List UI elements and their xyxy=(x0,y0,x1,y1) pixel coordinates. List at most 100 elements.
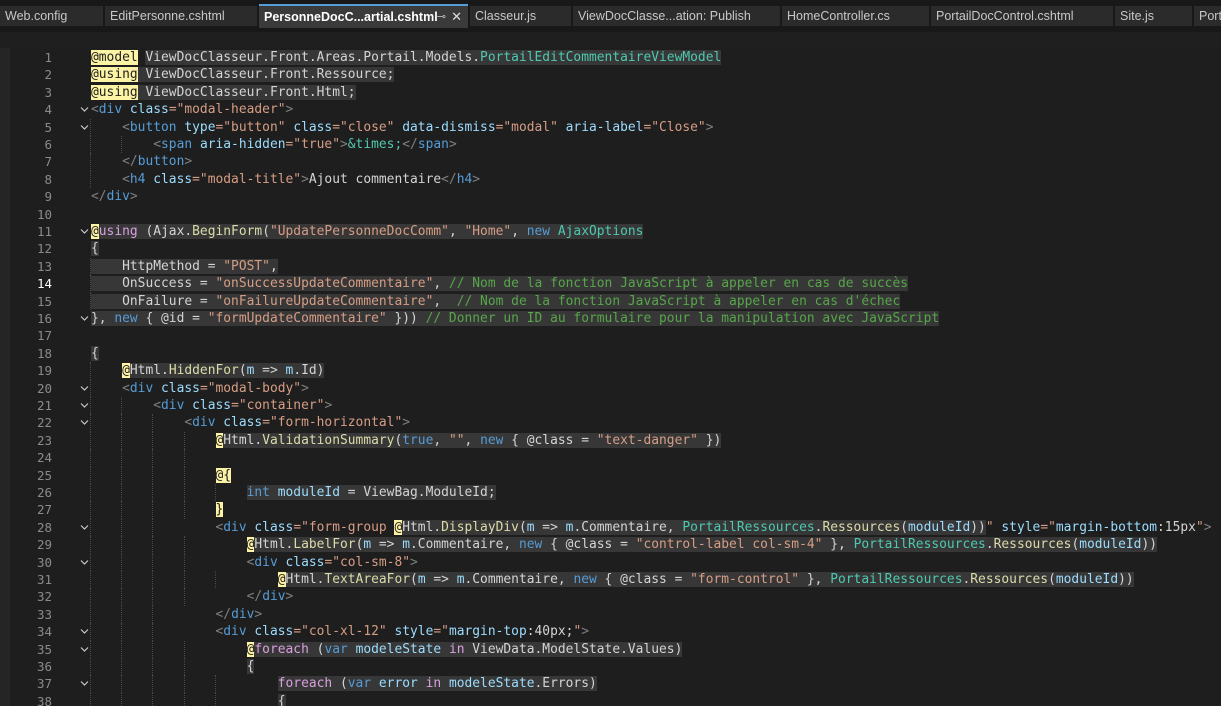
code-token: m xyxy=(526,519,535,535)
line-number: 5 xyxy=(44,119,52,135)
code-token: ( xyxy=(262,224,270,239)
tab-publish[interactable]: ViewDocClasse...ation: Publish xyxy=(573,6,780,26)
code-line[interactable]: 6 <span aria-hidden="true">&times;</span… xyxy=(0,136,1221,154)
code-text: <div class="modal-header"> xyxy=(91,101,293,118)
collapse-chevron-icon[interactable] xyxy=(80,384,89,392)
code-line[interactable]: 5 <button type="button" class="close" da… xyxy=(0,118,1221,136)
code-token: class xyxy=(192,398,232,413)
tab-edit-personne[interactable]: EditPersonne.cshtml xyxy=(105,6,257,26)
tab-home-controller[interactable]: HomeController.cs xyxy=(782,6,929,26)
code-line[interactable]: 12 { xyxy=(0,240,1221,257)
code-editor[interactable]: 1 @model ViewDocClasseur.Front.Areas.Port… xyxy=(0,48,1221,706)
code-line[interactable]: 28 <div class="form-group @Html.DisplayD… xyxy=(0,518,1221,537)
collapse-chevron-icon[interactable] xyxy=(80,558,89,566)
code-text: int moduleId = ViewBag.ModuleId; xyxy=(91,484,496,501)
tab-classeur-js[interactable]: Classeur.js xyxy=(470,6,571,26)
code-token: @ xyxy=(122,363,130,379)
code-token: { @class = xyxy=(542,537,636,553)
code-line[interactable]: 21 <div class="container"> xyxy=(0,397,1221,415)
code-token: < xyxy=(122,380,130,396)
code-line[interactable]: 15 OnFailure = "onFailureUpdateCommentai… xyxy=(0,292,1221,310)
code-line[interactable]: 35 @foreach (var modeleState in ViewData… xyxy=(0,640,1221,658)
code-token: HiddenFor xyxy=(168,363,239,379)
code-line[interactable]: 31 @Html.TextAreaFor(m => m.Commentaire,… xyxy=(0,571,1221,589)
code-line[interactable]: 13 HttpMethod = "POST", xyxy=(0,257,1221,276)
code-token: moduleId xyxy=(1079,537,1142,553)
code-text: } xyxy=(91,501,224,518)
code-token: > xyxy=(285,589,294,605)
code-line[interactable]: 7 </button> xyxy=(0,153,1221,171)
tab-personne-doc-partial[interactable]: PersonneDocC...artial.cshtml ⊸ ✕ xyxy=(259,4,468,28)
code-line[interactable]: 22 <div class="form-horizontal"> xyxy=(0,414,1221,432)
code-line[interactable]: 16}, new { @id = "formUpdateCommentaire"… xyxy=(0,310,1221,327)
code-line[interactable]: 27 } xyxy=(0,501,1221,519)
code-line[interactable]: 1 @model ViewDocClasseur.Front.Areas.Port… xyxy=(0,49,1221,66)
code-line[interactable]: 18 { xyxy=(0,345,1221,362)
code-line[interactable]: 10 xyxy=(0,206,1221,223)
code-text: </div> xyxy=(91,588,294,605)
code-line[interactable]: 2 @using ViewDocClasseur.Front.Ressource; xyxy=(0,66,1221,83)
code-line[interactable]: 36 { xyxy=(0,658,1221,676)
code-line[interactable]: 25 @{ xyxy=(0,466,1221,484)
code-token: OnFailure = xyxy=(122,293,216,309)
code-line[interactable]: 23 @Html.ValidationSummary(true, "", new… xyxy=(0,431,1221,450)
code-token: aria-hidden xyxy=(199,137,286,152)
code-token: PortailEditCommentaireViewModel xyxy=(480,50,722,65)
code-token: > xyxy=(301,171,309,187)
collapse-chevron-icon[interactable] xyxy=(80,123,89,131)
code-line[interactable]: 38 { xyxy=(0,692,1221,706)
collapse-chevron-icon[interactable] xyxy=(80,105,89,113)
code-token: h4 xyxy=(456,171,473,187)
code-text: { xyxy=(91,693,286,706)
code-token: ViewDocClasseur.Front.Ressource; xyxy=(137,67,395,83)
tab-overflow[interactable]: Port xyxy=(1194,6,1221,26)
collapse-chevron-icon[interactable] xyxy=(80,314,89,322)
code-token: (Ajax. xyxy=(137,224,193,239)
pin-icon[interactable]: ⊸ xyxy=(437,6,446,28)
code-token: div xyxy=(129,380,154,396)
close-icon[interactable]: ✕ xyxy=(451,6,462,28)
code-line[interactable]: 26 int moduleId = ViewBag.ModuleId; xyxy=(0,484,1221,502)
code-text: <div class="form-horizontal"> xyxy=(91,414,410,431)
code-token: > xyxy=(301,380,309,396)
tab-site-js[interactable]: Site.js xyxy=(1115,6,1192,26)
code-line[interactable]: 14 OnSuccess = "onSuccessUpdateCommentai… xyxy=(0,275,1221,293)
code-line[interactable]: 34 <div class="col-xl-12" style="margin-… xyxy=(0,623,1221,641)
code-line[interactable]: 11 @using (Ajax.BeginForm("UpdatePersonne… xyxy=(0,223,1221,240)
code-line[interactable]: 9 </div> xyxy=(0,188,1221,205)
code-line[interactable]: 32 </div> xyxy=(0,588,1221,606)
collapse-chevron-icon[interactable] xyxy=(80,679,89,687)
code-token: Ressources xyxy=(993,537,1072,553)
code-text: @using ViewDocClasseur.Front.Ressource; xyxy=(91,66,395,83)
code-token: ( xyxy=(410,572,418,587)
code-line[interactable]: 37 foreach (var error in modeleState.Err… xyxy=(0,675,1221,693)
code-line[interactable]: 8 <h4 class="modal-title">Ajout commenta… xyxy=(0,170,1221,189)
code-line[interactable]: 20 <div class="modal-body"> xyxy=(0,379,1221,397)
code-token: } xyxy=(215,502,224,518)
collapse-chevron-icon[interactable] xyxy=(80,401,89,409)
code-line[interactable]: 33 </div> xyxy=(0,605,1221,624)
code-line[interactable]: 4 <div class="modal-header"> xyxy=(0,101,1221,118)
code-line[interactable]: 29 @Html.LabelFor(m => m.Commentaire, ne… xyxy=(0,536,1221,554)
code-token xyxy=(91,276,123,292)
tab-portail-doc-control[interactable]: PortailDocControl.cshtml xyxy=(931,6,1113,26)
code-token: modeleState xyxy=(448,676,535,692)
collapse-chevron-icon[interactable] xyxy=(80,227,89,235)
collapse-chevron-icon[interactable] xyxy=(80,418,89,426)
code-line[interactable]: 3 @using ViewDocClasseur.Front.Html; xyxy=(0,84,1221,101)
tab-label: Web.config xyxy=(5,9,68,23)
code-token: ="col-xl-12" xyxy=(293,624,387,640)
code-token: foreach xyxy=(277,676,333,692)
tab-web-config[interactable]: Web.config xyxy=(0,6,103,26)
code-line[interactable]: 24 xyxy=(0,449,1221,467)
code-line[interactable]: 30 <div class="col-sm-8"> xyxy=(0,553,1221,571)
collapse-chevron-icon[interactable] xyxy=(80,627,89,635)
code-line[interactable]: 19 @Html.HiddenFor(m => m.Id) xyxy=(0,362,1221,380)
collapse-chevron-icon[interactable] xyxy=(80,645,89,653)
collapse-chevron-icon[interactable] xyxy=(80,523,89,531)
code-line[interactable]: 17 xyxy=(0,327,1221,344)
